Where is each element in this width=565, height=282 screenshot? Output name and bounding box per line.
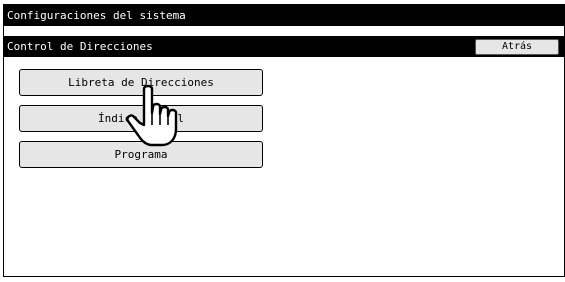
title-bar: Configuraciones del sistema [4,5,564,26]
screen-title: Configuraciones del sistema [7,9,186,22]
section-title: Control de Direcciones [7,40,153,53]
back-button[interactable]: Atrás [475,39,559,55]
hand-pointer-icon [126,84,178,147]
system-settings-screen: Configuraciones del sistema Control de D… [3,4,565,277]
